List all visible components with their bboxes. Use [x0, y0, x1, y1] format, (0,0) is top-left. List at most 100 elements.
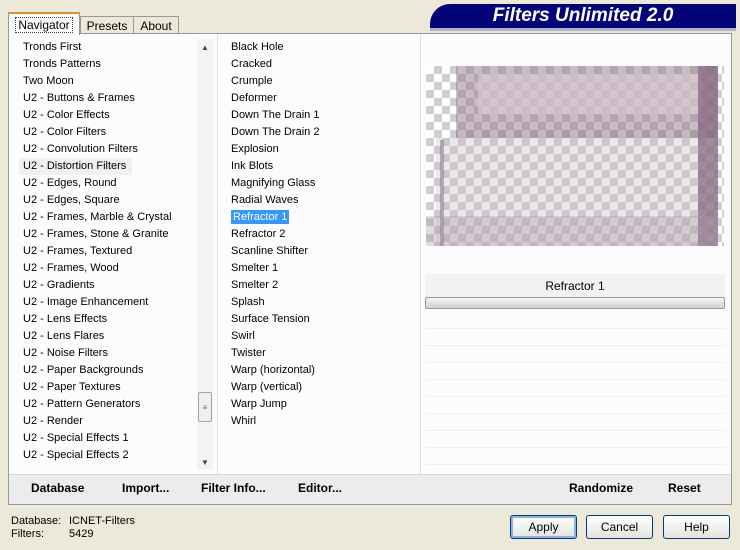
- filter-item-label: Twister: [231, 347, 266, 359]
- import-button[interactable]: Import...: [122, 481, 169, 495]
- reset-button[interactable]: Reset: [668, 481, 701, 495]
- category-item[interactable]: U2 - Image Enhancement: [19, 294, 197, 311]
- filter-item[interactable]: Down The Drain 2: [227, 124, 417, 141]
- scroll-down-arrow-icon[interactable]: ▼: [197, 454, 213, 470]
- filter-item-label: Down The Drain 1: [231, 109, 320, 121]
- panel-toolbar: Database Import... Filter Info... Editor…: [9, 474, 731, 504]
- category-item[interactable]: U2 - Frames, Stone & Granite: [19, 226, 197, 243]
- selected-filter-label: Refractor 1: [545, 279, 605, 293]
- filter-item-label: Cracked: [231, 58, 272, 70]
- parameter-slot: [425, 448, 725, 465]
- category-item[interactable]: U2 - Frames, Marble & Crystal: [19, 209, 197, 226]
- filter-item[interactable]: Refractor 2: [227, 226, 417, 243]
- parameter-slot: [425, 329, 725, 346]
- filter-item[interactable]: Ink Blots: [227, 158, 417, 175]
- tab-navigator[interactable]: Navigator: [8, 12, 80, 35]
- filter-item[interactable]: Smelter 1: [227, 260, 417, 277]
- column-divider: [420, 34, 421, 474]
- parameter-slider[interactable]: [425, 297, 725, 309]
- parameter-slot: [425, 346, 725, 363]
- filter-info-button[interactable]: Filter Info...: [201, 481, 266, 495]
- scroll-thumb[interactable]: ≡: [198, 392, 212, 422]
- filter-item[interactable]: Twister: [227, 345, 417, 362]
- category-item[interactable]: U2 - Special Effects 2: [19, 447, 197, 464]
- category-item[interactable]: U2 - Lens Flares: [19, 328, 197, 345]
- filter-item[interactable]: Magnifying Glass: [227, 175, 417, 192]
- category-scrollbar[interactable]: ▲ ≡ ▼: [197, 39, 213, 470]
- category-item[interactable]: U2 - Distortion Filters: [19, 158, 133, 175]
- preview-band-inner: [478, 74, 702, 114]
- help-button-label: Help: [684, 520, 709, 534]
- filter-item[interactable]: Crumple: [227, 73, 417, 90]
- filter-item[interactable]: Cracked: [227, 56, 417, 73]
- parameter-slot: [425, 431, 725, 448]
- parameter-slot: [425, 380, 725, 397]
- cancel-button[interactable]: Cancel: [586, 515, 653, 539]
- filter-item-label: Deformer: [231, 92, 277, 104]
- filter-item[interactable]: Radial Waves: [227, 192, 417, 209]
- filter-item-label: Splash: [231, 296, 265, 308]
- filter-item-label: Warp (horizontal): [231, 364, 315, 376]
- filter-item[interactable]: Swirl: [227, 328, 417, 345]
- category-item[interactable]: U2 - Noise Filters: [19, 345, 197, 362]
- filter-item-label: Warp Jump: [231, 398, 287, 410]
- filter-item[interactable]: Scanline Shifter: [227, 243, 417, 260]
- randomize-button[interactable]: Randomize: [569, 481, 633, 495]
- parameter-slot: [425, 397, 725, 414]
- category-item[interactable]: U2 - Edges, Round: [19, 175, 197, 192]
- category-item[interactable]: U2 - Paper Textures: [19, 379, 197, 396]
- category-item[interactable]: Tronds First: [19, 39, 197, 56]
- filter-item[interactable]: Deformer: [227, 90, 417, 107]
- filter-list[interactable]: Black Hole Cracked Crumple Deformer Down The…: [227, 39, 417, 430]
- category-item[interactable]: U2 - Special Effects 1: [19, 430, 197, 447]
- category-item[interactable]: U2 - Edges, Square: [19, 192, 197, 209]
- editor-button[interactable]: Editor...: [298, 481, 342, 495]
- database-button[interactable]: Database: [31, 481, 84, 495]
- preview-image: [426, 66, 724, 246]
- filter-item-label: Down The Drain 2: [231, 126, 320, 138]
- help-button[interactable]: Help: [663, 515, 730, 539]
- filter-item[interactable]: Warp (vertical): [227, 379, 417, 396]
- category-item[interactable]: U2 - Frames, Textured: [19, 243, 197, 260]
- tab-presets-label: Presets: [86, 19, 128, 33]
- category-item[interactable]: U2 - Convolution Filters: [19, 141, 197, 158]
- category-item[interactable]: U2 - Lens Effects: [19, 311, 197, 328]
- filter-item-label: Magnifying Glass: [231, 177, 316, 189]
- category-item[interactable]: Tronds Patterns: [19, 56, 197, 73]
- filter-item[interactable]: Whirl: [227, 413, 417, 430]
- scroll-up-arrow-icon[interactable]: ▲: [197, 39, 213, 55]
- category-item[interactable]: U2 - Buttons & Frames: [19, 90, 197, 107]
- category-item[interactable]: U2 - Color Filters: [19, 124, 197, 141]
- filter-item[interactable]: Splash: [227, 294, 417, 311]
- filter-item[interactable]: Down The Drain 1: [227, 107, 417, 124]
- filter-item-label: Warp (vertical): [231, 381, 303, 393]
- category-item[interactable]: U2 - Color Effects: [19, 107, 197, 124]
- category-item[interactable]: U2 - Frames, Wood: [19, 260, 197, 277]
- category-item[interactable]: U2 - Pattern Generators: [19, 396, 197, 413]
- parameter-slots: [425, 312, 725, 465]
- category-item[interactable]: U2 - Paper Backgrounds: [19, 362, 197, 379]
- filter-item[interactable]: Explosion: [227, 141, 417, 158]
- filter-item-label: Smelter 1: [231, 262, 279, 274]
- parameter-slot: [425, 414, 725, 431]
- filter-item[interactable]: Smelter 2: [227, 277, 417, 294]
- category-list[interactable]: Tronds First Tronds Patterns Two Moon U2 - …: [19, 39, 197, 466]
- database-value: ICNET-Filters: [69, 515, 135, 527]
- filter-item-label: Whirl: [231, 415, 257, 427]
- filter-item[interactable]: Warp Jump: [227, 396, 417, 413]
- category-item[interactable]: U2 - Render: [19, 413, 197, 430]
- filter-info-button-label: Filter Info...: [201, 481, 266, 495]
- apply-button[interactable]: Apply: [510, 515, 577, 539]
- filter-item[interactable]: Surface Tension: [227, 311, 417, 328]
- filter-item-label: Smelter 2: [231, 279, 279, 291]
- apply-button-label: Apply: [528, 520, 559, 534]
- preview-band-bottom: [426, 216, 718, 246]
- banner-underline: [430, 28, 736, 31]
- filter-item-label: Ink Blots: [231, 160, 274, 172]
- category-item[interactable]: Two Moon: [19, 73, 197, 90]
- filter-item[interactable]: Warp (horizontal): [227, 362, 417, 379]
- category-item[interactable]: U2 - Gradients: [19, 277, 197, 294]
- filter-item[interactable]: Black Hole: [227, 39, 417, 56]
- filter-item[interactable]: Refractor 1: [227, 209, 417, 226]
- navigator-panel: Tronds First Tronds Patterns Two Moon U2 - …: [8, 33, 732, 505]
